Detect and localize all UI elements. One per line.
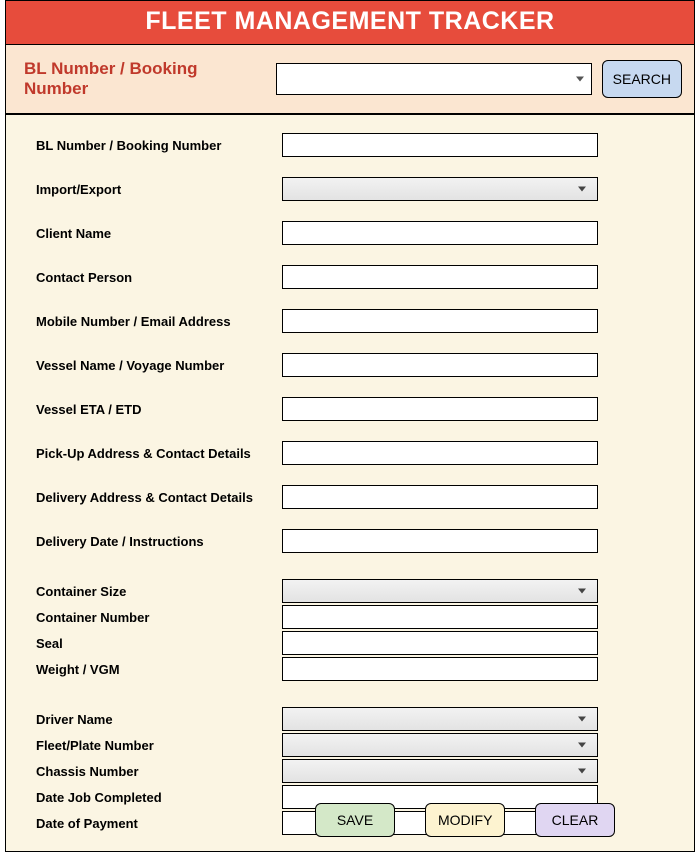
container-number-input[interactable] [282,605,598,629]
delivery-date-input[interactable] [282,529,598,553]
app-window: FLEET MANAGEMENT TRACKER BL Number / Boo… [5,0,695,852]
seal-label: Seal [36,636,282,651]
client-name-label: Client Name [36,226,282,241]
pickup-label: Pick-Up Address & Contact Details [36,446,282,461]
driver-name-dropdown[interactable] [282,707,598,731]
eta-etd-input[interactable] [282,397,598,421]
search-label: BL Number / Booking Number [24,59,266,99]
delivery-input[interactable] [282,485,598,509]
bl-number-label: BL Number / Booking Number [36,138,282,153]
container-number-label: Container Number [36,610,282,625]
weight-vgm-label: Weight / VGM [36,662,282,677]
contact-person-label: Contact Person [36,270,282,285]
container-size-dropdown[interactable] [282,579,598,603]
form-area: BL Number / Booking Number Import/Export… [6,115,694,835]
mobile-email-input[interactable] [282,309,598,333]
delivery-label: Delivery Address & Contact Details [36,490,282,505]
search-input-wrap [276,63,592,95]
container-size-label: Container Size [36,584,282,599]
clear-button[interactable]: CLEAR [535,803,615,837]
bl-number-input[interactable] [282,133,598,157]
search-button[interactable]: SEARCH [602,60,682,98]
seal-input[interactable] [282,631,598,655]
search-input[interactable] [276,63,592,95]
eta-etd-label: Vessel ETA / ETD [36,402,282,417]
search-bar: BL Number / Booking Number SEARCH [6,45,694,115]
vessel-voyage-input[interactable] [282,353,598,377]
import-export-dropdown[interactable] [282,177,598,201]
driver-name-label: Driver Name [36,712,282,727]
contact-person-input[interactable] [282,265,598,289]
fleet-plate-label: Fleet/Plate Number [36,738,282,753]
chassis-number-dropdown[interactable] [282,759,598,783]
delivery-date-label: Delivery Date / Instructions [36,534,282,549]
pickup-input[interactable] [282,441,598,465]
vessel-voyage-label: Vessel Name / Voyage Number [36,358,282,373]
weight-vgm-input[interactable] [282,657,598,681]
import-export-label: Import/Export [36,182,282,197]
client-name-input[interactable] [282,221,598,245]
page-title: FLEET MANAGEMENT TRACKER [6,1,694,45]
modify-button[interactable]: MODIFY [425,803,505,837]
fleet-plate-dropdown[interactable] [282,733,598,757]
save-button[interactable]: SAVE [315,803,395,837]
chassis-number-label: Chassis Number [36,764,282,779]
footer-buttons: SAVE MODIFY CLEAR [6,803,694,837]
mobile-email-label: Mobile Number / Email Address [36,314,282,329]
